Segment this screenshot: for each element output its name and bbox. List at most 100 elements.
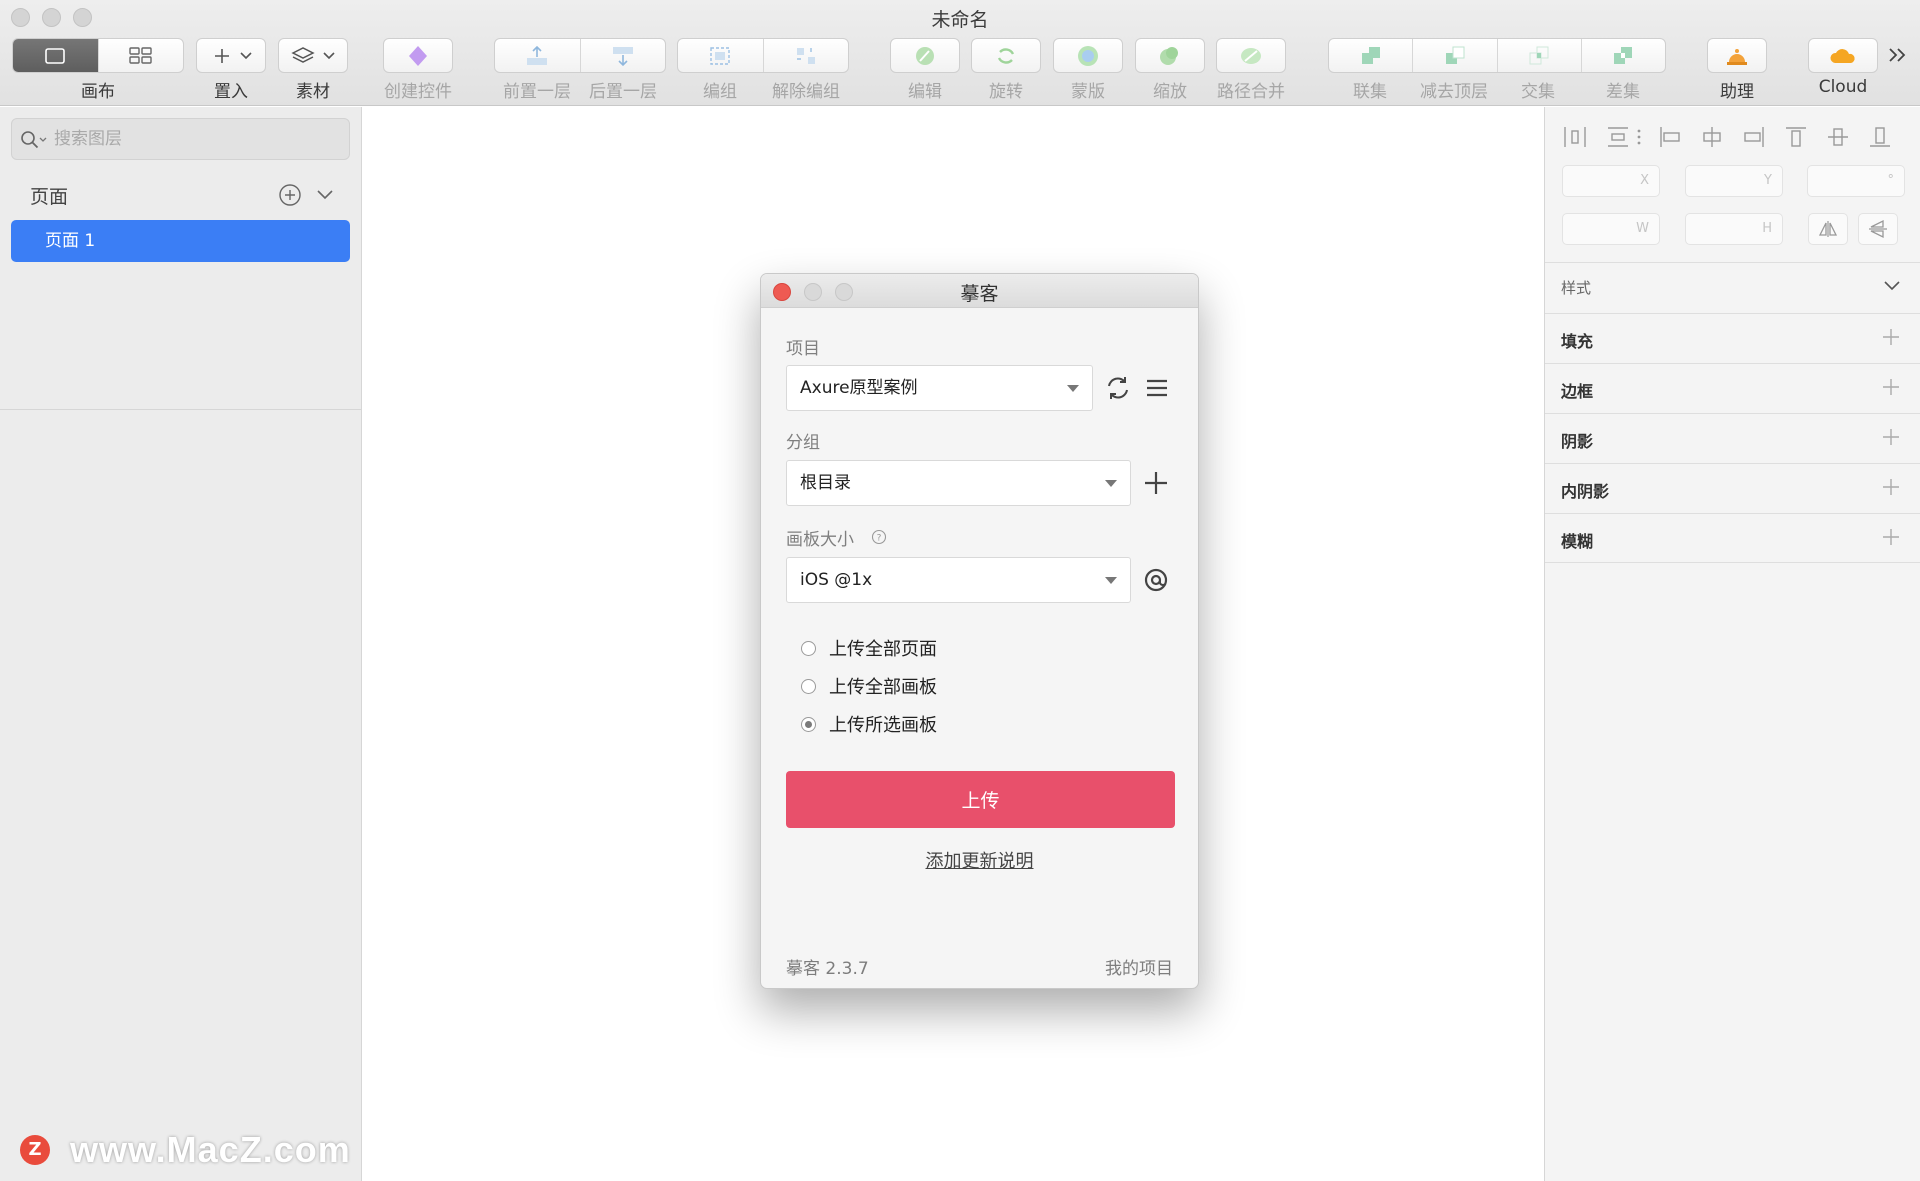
dialog-titlebar: 摹客	[761, 274, 1198, 308]
artboard-size-value: iOS @1x	[800, 570, 873, 590]
canvas-segmented-control[interactable]	[12, 38, 184, 73]
cloud-button[interactable]: Cloud	[1808, 38, 1878, 97]
page-list-item[interactable]: 页面 1	[11, 220, 350, 262]
distribute-vertical-icon[interactable]	[1605, 124, 1631, 150]
collapse-pages-button[interactable]	[314, 187, 336, 207]
add-blur-plus-icon[interactable]	[1880, 526, 1902, 548]
fill-section[interactable]: 填充	[1545, 313, 1920, 363]
intersect-icon	[1529, 46, 1549, 64]
svg-text:?: ?	[877, 534, 882, 544]
assets-button[interactable]: 素材	[278, 38, 348, 102]
border-label: 边框	[1561, 382, 1594, 401]
at-sign-icon[interactable]	[1143, 567, 1169, 593]
send-backward-button[interactable]	[581, 39, 666, 72]
canvas-view-toggle[interactable]: 画布	[12, 38, 184, 102]
mask-button[interactable]: 蒙版	[1053, 38, 1123, 102]
group-select[interactable]: 根目录	[786, 460, 1131, 506]
caret-down-icon	[1105, 480, 1117, 487]
group-icon	[710, 46, 730, 65]
radio-upload-selected-artboards[interactable]: 上传所选画板	[801, 711, 937, 737]
union-label: 联集	[1353, 82, 1387, 102]
radio-upload-all-artboards[interactable]: 上传全部画板	[801, 673, 937, 699]
cloud-icon	[1830, 48, 1855, 63]
insert-button[interactable]: 置入	[196, 38, 266, 102]
project-select[interactable]: Axure原型案例	[786, 365, 1093, 411]
scale-icon	[1160, 46, 1178, 65]
scale-button[interactable]: 缩放	[1135, 38, 1205, 102]
inner-shadow-section[interactable]: 内阴影	[1545, 463, 1920, 513]
edit-button[interactable]: 编辑	[890, 38, 960, 102]
create-symbol-button[interactable]: 创建控件	[383, 38, 453, 102]
artboard-size-select[interactable]: iOS @1x	[786, 557, 1131, 603]
bring-forward-button[interactable]	[495, 39, 581, 72]
dialog-title: 摹客	[960, 283, 999, 305]
version-text: 摹客 2.3.7	[786, 959, 869, 979]
blur-section[interactable]: 模糊	[1545, 513, 1920, 563]
toolbar-overflow-button[interactable]	[1886, 44, 1910, 70]
artboard-size-label: 画板大小	[786, 530, 854, 550]
radio-upload-all-pages[interactable]: 上传全部页面	[801, 635, 937, 661]
window-toolbar: 未命名 画布 置入 素材 创建控件 前置一层 后置一层 编组 解除编组 编辑 旋…	[0, 0, 1920, 106]
more-vertical-icon[interactable]	[1633, 124, 1645, 150]
double-chevron-right-icon	[1889, 48, 1906, 62]
rotate-button[interactable]: 旋转	[971, 38, 1041, 102]
radio-button-selected[interactable]	[801, 716, 816, 732]
add-group-plus-icon[interactable]	[1143, 470, 1169, 496]
canvas-grid-view-button[interactable]	[99, 39, 184, 72]
align-left-icon[interactable]	[1657, 124, 1683, 150]
help-circle-icon[interactable]: ?	[871, 529, 887, 545]
radio-button[interactable]	[801, 640, 816, 656]
add-border-plus-icon[interactable]	[1880, 376, 1902, 398]
project-label: 项目	[786, 339, 820, 359]
layer-search-box[interactable]	[11, 118, 350, 160]
send-backward-icon	[612, 46, 633, 66]
search-icon	[21, 131, 47, 149]
radio-dot	[805, 720, 812, 728]
style-chevron-down-icon[interactable]	[1882, 279, 1902, 293]
style-header: 样式	[1561, 279, 1592, 297]
flatten-button[interactable]: 路径合并	[1216, 38, 1286, 102]
scale-label: 缩放	[1153, 82, 1187, 102]
pages-divider	[0, 409, 361, 410]
upload-button[interactable]: 上传	[786, 771, 1175, 828]
pages-header: 页面	[30, 186, 69, 208]
menu-icon[interactable]	[1144, 375, 1170, 401]
radio-label: 上传全部页面	[829, 639, 937, 660]
search-input[interactable]	[52, 119, 342, 159]
x-field[interactable]: X	[1562, 165, 1660, 197]
radio-button[interactable]	[801, 678, 816, 694]
y-field[interactable]: Y	[1685, 165, 1783, 197]
union-button[interactable]	[1329, 39, 1414, 72]
add-update-notes-link[interactable]: 添加更新说明	[761, 847, 1198, 873]
align-middle-v-icon[interactable]	[1825, 124, 1851, 150]
radio-label: 上传全部画板	[829, 677, 937, 698]
align-top-icon[interactable]	[1783, 124, 1809, 150]
border-section[interactable]: 边框	[1545, 363, 1920, 413]
distribute-horizontal-icon[interactable]	[1562, 124, 1588, 150]
add-inner-shadow-plus-icon[interactable]	[1880, 476, 1902, 498]
align-bottom-icon[interactable]	[1867, 124, 1893, 150]
height-field[interactable]: H	[1685, 213, 1783, 245]
inspector-panel: X Y ° W H 样式 填充 边框 阴影 内阴影 模糊	[1544, 107, 1920, 1181]
intersect-button[interactable]	[1498, 39, 1582, 72]
flip-vertical-button[interactable]	[1858, 213, 1898, 245]
assistant-button[interactable]: 助理	[1707, 38, 1767, 102]
canvas-single-view-button[interactable]	[13, 39, 99, 72]
plus-dropdown-icon	[215, 48, 252, 63]
width-field[interactable]: W	[1562, 213, 1660, 245]
align-right-icon[interactable]	[1741, 124, 1767, 150]
align-center-h-icon[interactable]	[1699, 124, 1725, 150]
add-page-button[interactable]	[278, 183, 302, 211]
my-projects-link[interactable]: 我的项目	[1105, 954, 1173, 979]
group-button[interactable]	[678, 39, 764, 72]
flip-horizontal-button[interactable]	[1808, 213, 1848, 245]
shadow-section[interactable]: 阴影	[1545, 413, 1920, 463]
difference-button[interactable]	[1582, 39, 1665, 72]
subtract-button[interactable]	[1413, 39, 1498, 72]
refresh-icon[interactable]	[1105, 375, 1131, 401]
add-fill-plus-icon[interactable]	[1880, 326, 1902, 348]
ungroup-button[interactable]	[764, 39, 849, 72]
subtract-icon	[1445, 46, 1465, 64]
add-shadow-plus-icon[interactable]	[1880, 426, 1902, 448]
rotation-field[interactable]: °	[1807, 165, 1905, 197]
